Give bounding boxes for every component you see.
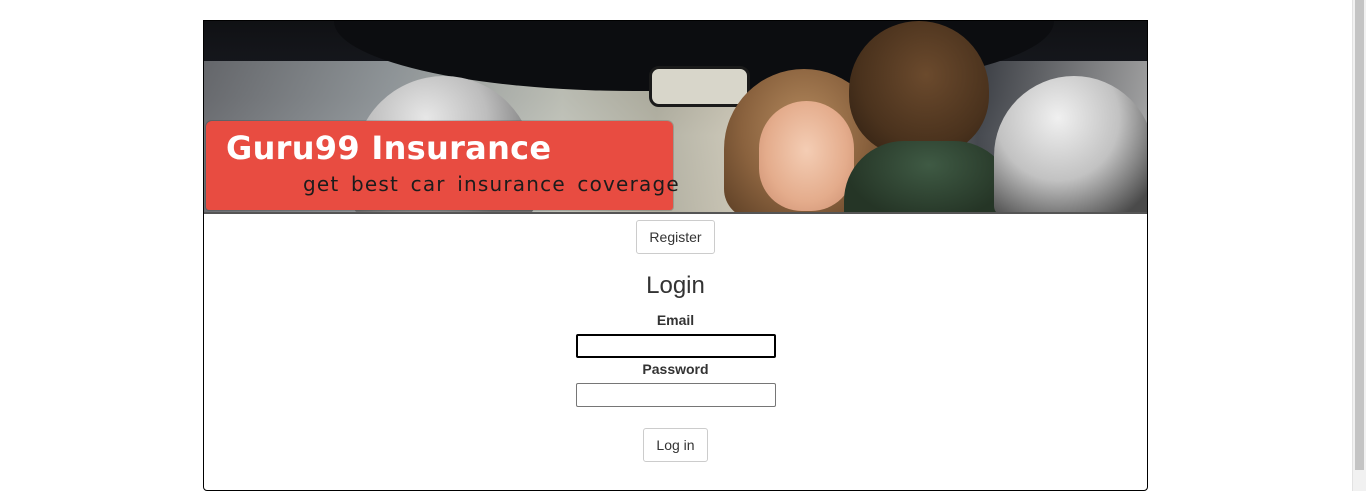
login-button[interactable]: Log in xyxy=(643,428,708,462)
vertical-scrollbar[interactable] xyxy=(1352,0,1366,491)
main-container: Guru99 Insurance get best car insurance … xyxy=(203,20,1148,491)
header-banner: Guru99 Insurance get best car insurance … xyxy=(204,21,1147,214)
site-tagline: get best car insurance coverage xyxy=(303,172,680,196)
scrollbar-thumb[interactable] xyxy=(1355,0,1364,470)
register-button[interactable]: Register xyxy=(636,220,715,254)
email-field[interactable] xyxy=(576,334,776,358)
site-brand: Guru99 Insurance xyxy=(226,129,552,167)
banner-logo-plate: Guru99 Insurance get best car insurance … xyxy=(206,121,679,210)
page: Guru99 Insurance get best car insurance … xyxy=(0,0,1366,491)
password-label: Password xyxy=(642,361,709,377)
rearview-mirror xyxy=(649,66,750,107)
password-field[interactable] xyxy=(576,383,776,407)
email-label: Email xyxy=(656,312,695,328)
banner-person-head xyxy=(849,21,989,156)
login-heading: Login xyxy=(646,272,705,299)
banner-person-jacket xyxy=(844,141,1014,212)
banner-person-face xyxy=(759,101,854,211)
